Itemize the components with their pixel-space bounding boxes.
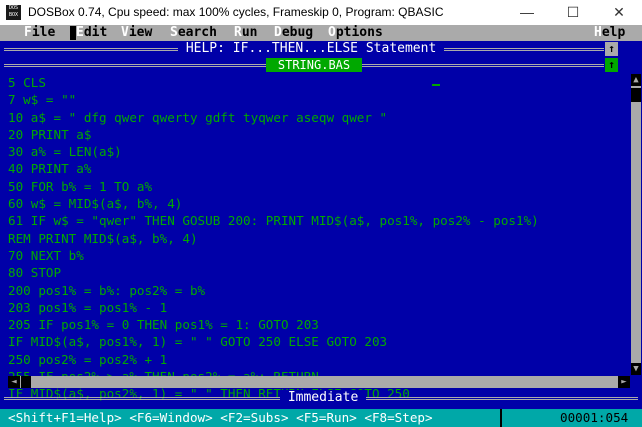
status-divider [500,409,502,427]
menu-search-label: earch [177,25,217,40]
horizontal-scroll-thumb[interactable] [21,376,31,388]
menu-search[interactable]: Search [170,25,217,41]
scroll-right-arrow-icon[interactable]: ► [618,376,630,388]
status-shortcuts: <Shift+F1=Help> <F6=Window> <F2=Subs> <F… [8,410,433,425]
menu-help[interactable]: Help [594,25,625,41]
scroll-left-arrow-icon[interactable]: ◄ [8,376,20,388]
help-window-border: HELP: IF...THEN...ELSE Statement ↑ [0,41,642,57]
menu-view[interactable]: View [121,25,152,41]
menu-debug-label: ebug [281,25,314,40]
status-bar: <Shift+F1=Help> <F6=Window> <F2=Subs> <F… [0,409,642,427]
code-line: 250 pos2% = pos2% + 1 [8,351,168,367]
window-titlebar: DOS BOX DOSBox 0.74, Cpu speed: max 100%… [0,0,642,25]
menu-debug-hotkey: D [274,25,282,40]
menu-bar: File Edit View Search Run Debug Options … [0,25,642,41]
menu-help-label: elp [601,25,626,40]
code-line: 200 pos1% = b%: pos2% = b% [8,282,206,298]
code-line: 20 PRINT a$ [8,126,92,142]
vertical-scrollbar[interactable]: ▲ ▼ [631,74,641,375]
help-window-title: HELP: IF...THEN...ELSE Statement [178,41,445,57]
menu-edit-label: dit [83,25,108,40]
scroll-up-arrow-icon[interactable]: ▲ [631,74,641,86]
code-line: IF MID$(a$, pos1%, 1) = " " GOTO 250 ELS… [8,334,388,350]
code-line: 203 pos1% = pos1% - 1 [8,299,168,315]
menu-edit-hotkey: E [76,25,84,40]
code-line: 5 CLS [8,75,46,90]
menu-help-hotkey: H [594,25,602,40]
menu-run-hotkey: R [234,25,242,40]
menu-debug[interactable]: Debug [274,25,313,41]
editor-maximize-arrow-icon[interactable]: ↑ [605,58,618,72]
scroll-down-arrow-icon[interactable]: ▼ [631,363,641,375]
cursor-position: 00001:054 [560,410,629,425]
code-line: 205 IF pos1% = 0 THEN pos1% = 1: GOTO 20… [8,317,319,333]
vertical-scroll-thumb[interactable] [631,88,641,102]
menu-options[interactable]: Options [328,25,383,41]
menu-file[interactable]: File [24,25,55,41]
close-button[interactable]: ✕ [596,0,642,25]
qbasic-screen: File Edit View Search Run Debug Options … [0,25,642,427]
code-line: 60 w$ = MID$(a$, b%, 4) [8,196,183,212]
menu-edit[interactable]: Edit [76,25,107,41]
code-line: REM PRINT MID$(a$, b%, 4) [8,230,198,246]
code-line: 30 a% = LEN(a$) [8,144,122,160]
horizontal-scrollbar[interactable]: ◄ ► [8,376,630,388]
menu-options-label: ptions [335,25,383,40]
menu-search-hotkey: S [170,25,178,40]
code-line: 61 IF w$ = "qwer" THEN GOSUB 200: PRINT … [8,213,539,229]
immediate-window-title[interactable]: Immediate [280,390,367,406]
code-editor[interactable]: 5 CLS 7 w$ = "" 10 a$ = " dfg qwer qwert… [8,74,628,403]
code-line: 80 STOP [8,265,62,281]
menu-view-hotkey: V [121,25,129,40]
menu-file-label: ile [31,25,56,40]
code-line: 7 w$ = "" [8,92,77,108]
menu-run[interactable]: Run [234,25,257,41]
window-title: DOSBox 0.74, Cpu speed: max 100% cycles,… [28,5,444,19]
editor-window-border: STRING.BAS ↑ [0,57,642,73]
code-line: 70 NEXT b% [8,247,84,263]
maximize-button[interactable]: ☐ [550,0,596,25]
help-maximize-arrow-icon[interactable]: ↑ [605,42,618,56]
menu-options-hotkey: O [328,25,336,40]
menu-view-label: iew [128,25,153,40]
code-line: 10 a$ = " dfg qwer qwerty gdft tyqwer as… [8,109,388,125]
code-line: 40 PRINT a% [8,161,92,177]
menu-run-label: un [241,25,258,40]
code-line: 50 FOR b% = 1 TO a% [8,178,153,194]
menu-file-hotkey: F [24,25,32,40]
minimize-button[interactable]: — [504,0,550,25]
immediate-window-border: Immediate [0,390,642,406]
dosbox-app-icon[interactable]: DOS BOX [6,5,21,20]
editor-filename-title: STRING.BAS [266,58,362,72]
